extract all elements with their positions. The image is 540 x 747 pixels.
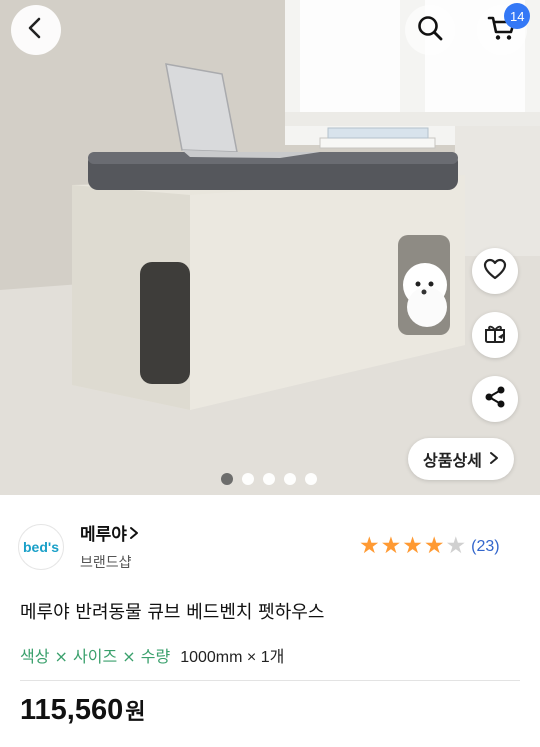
selected-options[interactable]: 색상 × 사이즈 × 수량 1000mm × 1개	[20, 643, 284, 667]
chevron-left-icon	[24, 16, 48, 44]
rating-stars: ★ ★ ★ ★ ★	[359, 535, 466, 558]
brand-logo[interactable]: bed's	[18, 524, 64, 570]
search-button[interactable]	[405, 5, 455, 55]
product-image-carousel[interactable]: 14 상품상세	[0, 0, 540, 495]
review-count[interactable]: (23)	[471, 538, 499, 556]
brand-shop-link[interactable]: 메루야	[80, 520, 139, 545]
option-label: 색상 × 사이즈 × 수량	[20, 647, 171, 666]
price-unit: 원	[125, 700, 146, 725]
star-icon: ★	[402, 533, 423, 559]
carousel-dot[interactable]	[305, 473, 317, 485]
brand-shop-label: 브랜드샵	[80, 555, 132, 571]
product-detail-button[interactable]: 상품상세	[408, 438, 514, 480]
carousel-pagination	[221, 473, 317, 485]
brand-name: 메루야	[80, 525, 127, 545]
search-icon	[416, 14, 444, 46]
product-price: 115,560 원	[20, 694, 145, 727]
product-photo	[0, 0, 540, 495]
chevron-right-icon	[488, 450, 500, 469]
heart-icon	[482, 256, 508, 286]
star-icon: ★	[423, 533, 445, 559]
carousel-dot[interactable]	[263, 473, 275, 485]
divider	[20, 680, 520, 681]
carousel-dot[interactable]	[242, 473, 254, 485]
favorite-button[interactable]	[472, 248, 518, 294]
carousel-dot[interactable]	[221, 473, 233, 485]
share-button[interactable]	[472, 376, 518, 422]
option-value: 1000mm × 1개	[180, 649, 285, 666]
star-icon: ★	[445, 533, 467, 559]
product-detail-label: 상품상세	[423, 451, 482, 470]
carousel-dot[interactable]	[284, 473, 296, 485]
star-icon: ★	[380, 533, 402, 559]
chevron-right-icon	[129, 525, 139, 545]
back-button[interactable]	[11, 5, 61, 55]
rating[interactable]: ★ ★ ★ ★ ★ (23)	[359, 535, 500, 558]
star-icon: ★	[359, 533, 380, 559]
price-amount: 115,560	[20, 694, 124, 726]
product-title: 메루야 반려동물 큐브 베드벤치 펫하우스	[20, 602, 325, 623]
gift-icon	[482, 320, 508, 350]
share-icon	[482, 384, 508, 414]
gift-button[interactable]	[472, 312, 518, 358]
